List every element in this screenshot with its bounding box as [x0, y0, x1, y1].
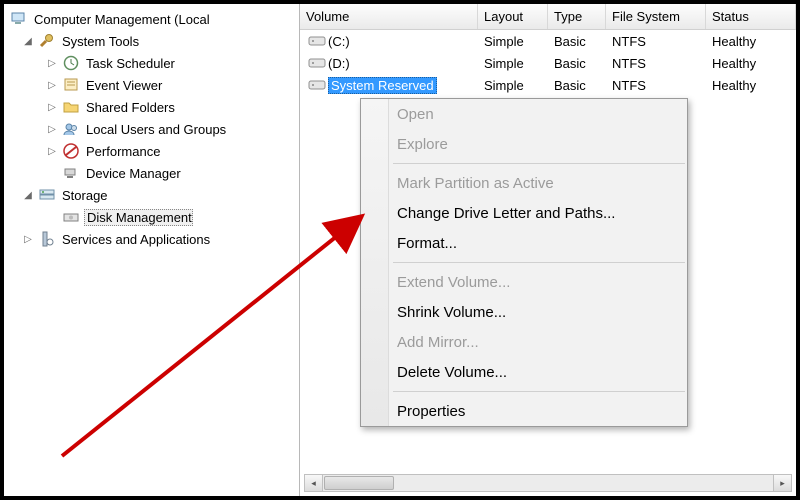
- volume-status: Healthy: [706, 34, 796, 49]
- chevron-down-icon[interactable]: ◢: [22, 35, 34, 47]
- col-volume[interactable]: Volume: [300, 4, 478, 29]
- tree-services-apps-label: Services and Applications: [60, 232, 210, 247]
- tree-device-manager[interactable]: ▷ Device Manager: [6, 162, 299, 184]
- drive-icon: [306, 35, 328, 47]
- volume-type: Basic: [548, 56, 606, 71]
- folder-share-icon: [62, 98, 80, 116]
- menu-separator: [393, 391, 685, 392]
- storage-icon: [38, 186, 56, 204]
- scroll-thumb[interactable]: [324, 476, 394, 490]
- tree-task-scheduler-label: Task Scheduler: [84, 56, 175, 71]
- volume-row-selected[interactable]: System Reserved Simple Basic NTFS Health…: [300, 74, 796, 96]
- tree-system-tools-label: System Tools: [60, 34, 139, 49]
- volume-status: Healthy: [706, 56, 796, 71]
- drive-icon: [306, 79, 328, 91]
- tree-disk-management[interactable]: ▷ Disk Management: [6, 206, 299, 228]
- tree-local-users[interactable]: ▷ Local Users and Groups: [6, 118, 299, 140]
- context-menu: Open Explore Mark Partition as Active Ch…: [360, 98, 688, 427]
- chevron-right-icon[interactable]: ▷: [46, 101, 58, 113]
- tree-event-viewer-label: Event Viewer: [84, 78, 162, 93]
- tree-performance[interactable]: ▷ Performance: [6, 140, 299, 162]
- volume-layout: Simple: [478, 78, 548, 93]
- volume-fs: NTFS: [606, 56, 706, 71]
- tree-root-label: Computer Management (Local: [32, 12, 210, 27]
- tree-performance-label: Performance: [84, 144, 160, 159]
- device-icon: [62, 164, 80, 182]
- menu-separator: [393, 163, 685, 164]
- col-status[interactable]: Status: [706, 4, 796, 29]
- event-icon: [62, 76, 80, 94]
- chevron-right-icon[interactable]: ▷: [46, 57, 58, 69]
- volume-row[interactable]: (C:) Simple Basic NTFS Healthy: [300, 30, 796, 52]
- volume-layout: Simple: [478, 34, 548, 49]
- volume-layout: Simple: [478, 56, 548, 71]
- chevron-right-icon[interactable]: ▷: [22, 233, 34, 245]
- tree-system-tools[interactable]: ◢ System Tools: [6, 30, 299, 52]
- volume-type: Basic: [548, 34, 606, 49]
- disk-icon: [62, 208, 80, 226]
- app-frame: Computer Management (Local ◢ System Tool…: [4, 4, 796, 496]
- services-icon: [38, 230, 56, 248]
- col-filesystem[interactable]: File System: [606, 4, 706, 29]
- menu-extend-volume[interactable]: Extend Volume...: [361, 267, 687, 297]
- tree-local-users-label: Local Users and Groups: [84, 122, 226, 137]
- col-layout[interactable]: Layout: [478, 4, 548, 29]
- tree-task-scheduler[interactable]: ▷ Task Scheduler: [6, 52, 299, 74]
- scroll-right-button[interactable]: ▸: [773, 475, 791, 491]
- tree-shared-folders-label: Shared Folders: [84, 100, 175, 115]
- volume-fs: NTFS: [606, 78, 706, 93]
- volumes-header: Volume Layout Type File System Status: [300, 4, 796, 30]
- menu-delete-volume[interactable]: Delete Volume...: [361, 357, 687, 387]
- navigation-tree: Computer Management (Local ◢ System Tool…: [4, 4, 300, 496]
- menu-format[interactable]: Format...: [361, 228, 687, 258]
- col-type[interactable]: Type: [548, 4, 606, 29]
- volume-type: Basic: [548, 78, 606, 93]
- tree-storage-label: Storage: [60, 188, 108, 203]
- chevron-right-icon[interactable]: ▷: [46, 145, 58, 157]
- tree-device-manager-label: Device Manager: [84, 166, 181, 181]
- volume-row[interactable]: (D:) Simple Basic NTFS Healthy: [300, 52, 796, 74]
- users-icon: [62, 120, 80, 138]
- tree-shared-folders[interactable]: ▷ Shared Folders: [6, 96, 299, 118]
- chevron-down-icon[interactable]: ◢: [22, 189, 34, 201]
- tree-disk-management-label: Disk Management: [84, 209, 193, 226]
- tree-event-viewer[interactable]: ▷ Event Viewer: [6, 74, 299, 96]
- scroll-left-button[interactable]: ◂: [305, 475, 323, 491]
- menu-shrink-volume[interactable]: Shrink Volume...: [361, 297, 687, 327]
- volume-fs: NTFS: [606, 34, 706, 49]
- menu-properties[interactable]: Properties: [361, 396, 687, 426]
- menu-separator: [393, 262, 685, 263]
- volume-status: Healthy: [706, 78, 796, 93]
- performance-icon: [62, 142, 80, 160]
- computer-icon: [10, 10, 28, 28]
- volume-name: (C:): [328, 34, 350, 49]
- tree-root[interactable]: Computer Management (Local: [6, 8, 299, 30]
- menu-explore[interactable]: Explore: [361, 129, 687, 159]
- tree-services-apps[interactable]: ▷ Services and Applications: [6, 228, 299, 250]
- menu-add-mirror[interactable]: Add Mirror...: [361, 327, 687, 357]
- chevron-right-icon[interactable]: ▷: [46, 123, 58, 135]
- horizontal-scrollbar[interactable]: ◂ ▸: [304, 474, 792, 492]
- menu-open[interactable]: Open: [361, 99, 687, 129]
- drive-icon: [306, 57, 328, 69]
- volume-name: System Reserved: [328, 77, 437, 94]
- tree-storage[interactable]: ◢ Storage: [6, 184, 299, 206]
- menu-mark-active[interactable]: Mark Partition as Active: [361, 168, 687, 198]
- clock-icon: [62, 54, 80, 72]
- volume-name: (D:): [328, 56, 350, 71]
- menu-change-drive-letter[interactable]: Change Drive Letter and Paths...: [361, 198, 687, 228]
- chevron-right-icon[interactable]: ▷: [46, 79, 58, 91]
- tools-icon: [38, 32, 56, 50]
